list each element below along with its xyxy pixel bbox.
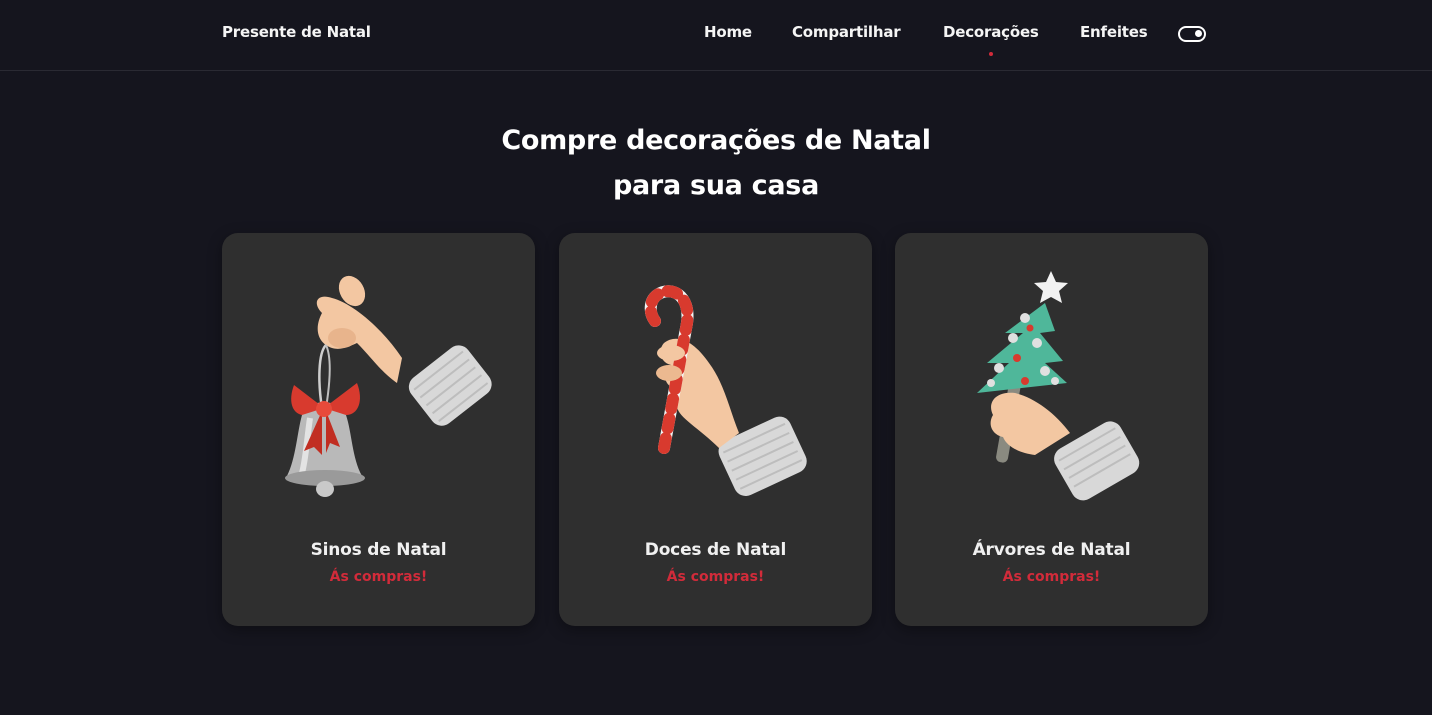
shop-link[interactable]: Ás compras! (895, 569, 1208, 585)
card-arvores[interactable]: Árvores de Natal Ás compras! (895, 233, 1208, 626)
nav-link-decoracoes[interactable]: Decorações (943, 23, 1039, 56)
nav-link-enfeites[interactable]: Enfeites (1080, 23, 1148, 41)
card-title: Sinos de Natal (310, 540, 447, 560)
nav-link-compartilhar[interactable]: Compartilhar (792, 23, 901, 41)
nav-link-home[interactable]: Home (704, 23, 752, 41)
theme-toggle-icon[interactable] (1178, 26, 1206, 42)
card-title: Doces de Natal (644, 540, 787, 560)
page-title-line-2: para sua casa (612, 170, 819, 201)
card-title: Árvores de Natal (972, 540, 1131, 560)
hand-holding-candy-cane-image (644, 285, 807, 497)
top-navbar: Presente de Natal Home Compartilhar Deco… (0, 0, 1432, 71)
main-nav: Home Compartilhar Decorações Enfeites (0, 23, 1432, 56)
shop-link[interactable]: Ás compras! (222, 569, 535, 585)
shop-link[interactable]: Ás compras! (559, 569, 872, 585)
hand-holding-bell-image (285, 275, 492, 497)
card-doces[interactable]: Doces de Natal Ás compras! (559, 233, 872, 626)
hand-holding-christmas-tree-image (977, 271, 1140, 501)
page-title: Compre decorações de Natal para sua casa (416, 118, 1016, 208)
card-sinos[interactable]: Sinos de Natal Ás compras! (222, 233, 535, 626)
page-title-line-1: Compre decorações de Natal (501, 125, 931, 156)
toggle-knob (1195, 30, 1202, 37)
